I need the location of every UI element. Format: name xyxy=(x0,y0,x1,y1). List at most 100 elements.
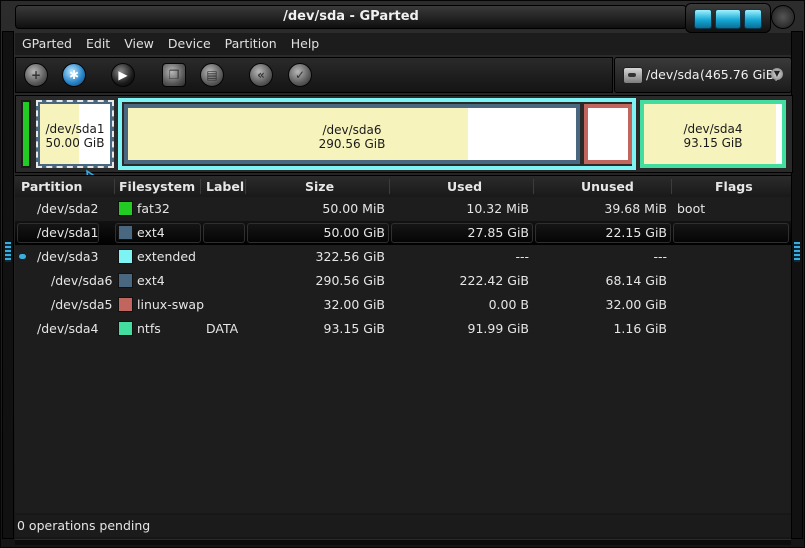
cell-used: 222.42 GiB xyxy=(459,273,529,288)
table-row[interactable]: /dev/sda6 ext4 290.56 GiB 222.42 GiB 68.… xyxy=(15,269,791,293)
cell-used: --- xyxy=(515,249,529,264)
column-label[interactable]: Label xyxy=(206,176,244,197)
column-filesystem[interactable]: Filesystem xyxy=(119,176,195,197)
diskmap-sda4-size: 93.15 GiB xyxy=(683,136,743,150)
diskmap-partition-sda1[interactable]: /dev/sda1 50.00 GiB xyxy=(36,100,114,168)
menu-help[interactable]: Help xyxy=(284,33,327,55)
bottom-window-edge xyxy=(15,539,791,545)
chevron-down-icon: ▼ xyxy=(771,68,783,80)
column-unused[interactable]: Unused xyxy=(581,176,634,197)
device-name: /dev/sda xyxy=(646,67,700,82)
cell-unused: 1.16 GiB xyxy=(613,321,667,336)
disk-map: /dev/sda1 50.00 GiB /dev/sda6 290.56 GiB… xyxy=(15,95,793,173)
fs-color-swatch xyxy=(118,201,133,216)
fs-color-swatch xyxy=(118,249,133,264)
menu-view[interactable]: View xyxy=(117,33,161,55)
cell-unused: 32.00 GiB xyxy=(605,297,668,312)
cell-unused: 39.68 MiB xyxy=(604,201,667,216)
window-title: /dev/sda - GParted xyxy=(15,5,687,29)
fs-color-swatch xyxy=(118,273,133,288)
menubar: GParted Edit View Device Partition Help xyxy=(15,33,791,55)
gparted-window: /dev/sda - GParted GParted Edit View Device… xyxy=(0,0,805,548)
diskmap-sda6-name: /dev/sda6 xyxy=(322,123,382,137)
cell-size: 93.15 GiB xyxy=(323,321,386,336)
harddisk-icon xyxy=(623,67,643,84)
device-selector[interactable]: /dev/sda (465.76 GiB) ▼ xyxy=(614,57,792,93)
minimize-button[interactable] xyxy=(694,9,712,29)
column-separator[interactable] xyxy=(533,179,534,194)
partition-table-header: Partition Filesystem Label Size Used Unu… xyxy=(15,175,791,198)
maximize-button[interactable] xyxy=(715,9,741,29)
toolbar: + ✱ ▶ ❐ ▤ « ✓ xyxy=(15,57,613,93)
menu-gparted[interactable]: GParted xyxy=(15,33,79,55)
cell-partition: /dev/sda4 xyxy=(37,321,99,336)
column-separator[interactable] xyxy=(671,179,672,194)
column-separator[interactable] xyxy=(245,179,246,194)
cell-filesystem: extended xyxy=(137,249,196,264)
menu-edit[interactable]: Edit xyxy=(79,33,117,55)
column-used[interactable]: Used xyxy=(447,176,482,197)
cell-size: 50.00 GiB xyxy=(323,225,386,240)
expander-icon[interactable] xyxy=(19,254,26,259)
statusbar: 0 operations pending xyxy=(15,515,791,537)
cell-size: 322.56 GiB xyxy=(315,249,385,264)
cell-used: 91.99 GiB xyxy=(467,321,530,336)
fs-color-swatch xyxy=(118,297,133,312)
left-resize-grip[interactable] xyxy=(5,242,11,262)
cell-size: 50.00 MiB xyxy=(322,201,385,216)
cell-unused: 22.15 GiB xyxy=(605,225,668,240)
diskmap-partition-sda3-extended[interactable]: /dev/sda6 290.56 GiB xyxy=(118,98,636,170)
cell-unused: --- xyxy=(653,249,667,264)
column-separator[interactable] xyxy=(200,179,201,194)
cell-label: DATA xyxy=(206,321,239,336)
cell-used: 27.85 GiB xyxy=(467,225,530,240)
cell-unused: 68.14 GiB xyxy=(605,273,668,288)
table-row-selected[interactable]: /dev/sda1 ext4 50.00 GiB 27.85 GiB 22.15… xyxy=(15,221,791,245)
cell-filesystem: ext4 xyxy=(137,225,165,240)
diskmap-partition-sda4[interactable]: /dev/sda4 93.15 GiB xyxy=(640,100,786,168)
new-partition-icon[interactable]: + xyxy=(24,63,48,87)
table-row[interactable]: /dev/sda3 extended 322.56 GiB --- --- xyxy=(15,245,791,269)
cell-size: 290.56 GiB xyxy=(315,273,385,288)
diskmap-sda1-size: 50.00 GiB xyxy=(45,136,105,150)
column-partition[interactable]: Partition xyxy=(21,176,82,197)
menu-device[interactable]: Device xyxy=(161,33,218,55)
diskmap-sda6-size: 290.56 GiB xyxy=(318,137,386,151)
right-resize-grip[interactable] xyxy=(794,242,800,262)
close-button[interactable] xyxy=(744,9,762,29)
cell-partition: /dev/sda6 xyxy=(51,273,113,288)
cell-size: 32.00 GiB xyxy=(323,297,386,312)
resize-move-icon[interactable]: ▶ xyxy=(111,63,135,87)
fs-color-swatch xyxy=(118,225,133,240)
selected-cell-frame xyxy=(203,223,245,243)
column-separator[interactable] xyxy=(389,179,390,194)
menu-partition[interactable]: Partition xyxy=(218,33,284,55)
column-separator[interactable] xyxy=(114,179,115,194)
cell-filesystem: linux-swap xyxy=(137,297,205,312)
cell-filesystem: ext4 xyxy=(137,273,165,288)
diskmap-sda1-name: /dev/sda1 xyxy=(45,122,105,136)
selected-cell-frame xyxy=(673,223,789,243)
table-row[interactable]: /dev/sda4 ntfs DATA 93.15 GiB 91.99 GiB … xyxy=(15,317,791,341)
table-row[interactable]: /dev/sda2 fat32 50.00 MiB 10.32 MiB 39.6… xyxy=(15,197,791,221)
table-row[interactable]: /dev/sda5 linux-swap 32.00 GiB 0.00 B 32… xyxy=(15,293,791,317)
cell-used: 10.32 MiB xyxy=(466,201,529,216)
column-size[interactable]: Size xyxy=(305,176,334,197)
fs-color-swatch xyxy=(118,321,133,336)
cell-partition: /dev/sda1 xyxy=(37,225,99,240)
cell-filesystem: ntfs xyxy=(137,321,161,336)
diskmap-partition-sda5[interactable] xyxy=(584,104,632,164)
copy-icon[interactable]: ❐ xyxy=(162,63,186,87)
paste-icon[interactable]: ▤ xyxy=(200,63,224,87)
window-menu-gear-icon[interactable] xyxy=(771,5,795,29)
diskmap-partition-sda2[interactable] xyxy=(21,100,31,168)
apply-icon[interactable]: ✓ xyxy=(288,63,312,87)
column-flags[interactable]: Flags xyxy=(715,176,753,197)
cell-partition: /dev/sda3 xyxy=(37,249,99,264)
delete-partition-icon[interactable]: ✱ xyxy=(62,63,86,87)
left-window-rail xyxy=(2,31,14,539)
diskmap-partition-sda6[interactable]: /dev/sda6 290.56 GiB xyxy=(124,104,580,164)
cell-partition: /dev/sda2 xyxy=(37,201,99,216)
cell-filesystem: fat32 xyxy=(137,201,170,216)
undo-icon[interactable]: « xyxy=(249,63,273,87)
